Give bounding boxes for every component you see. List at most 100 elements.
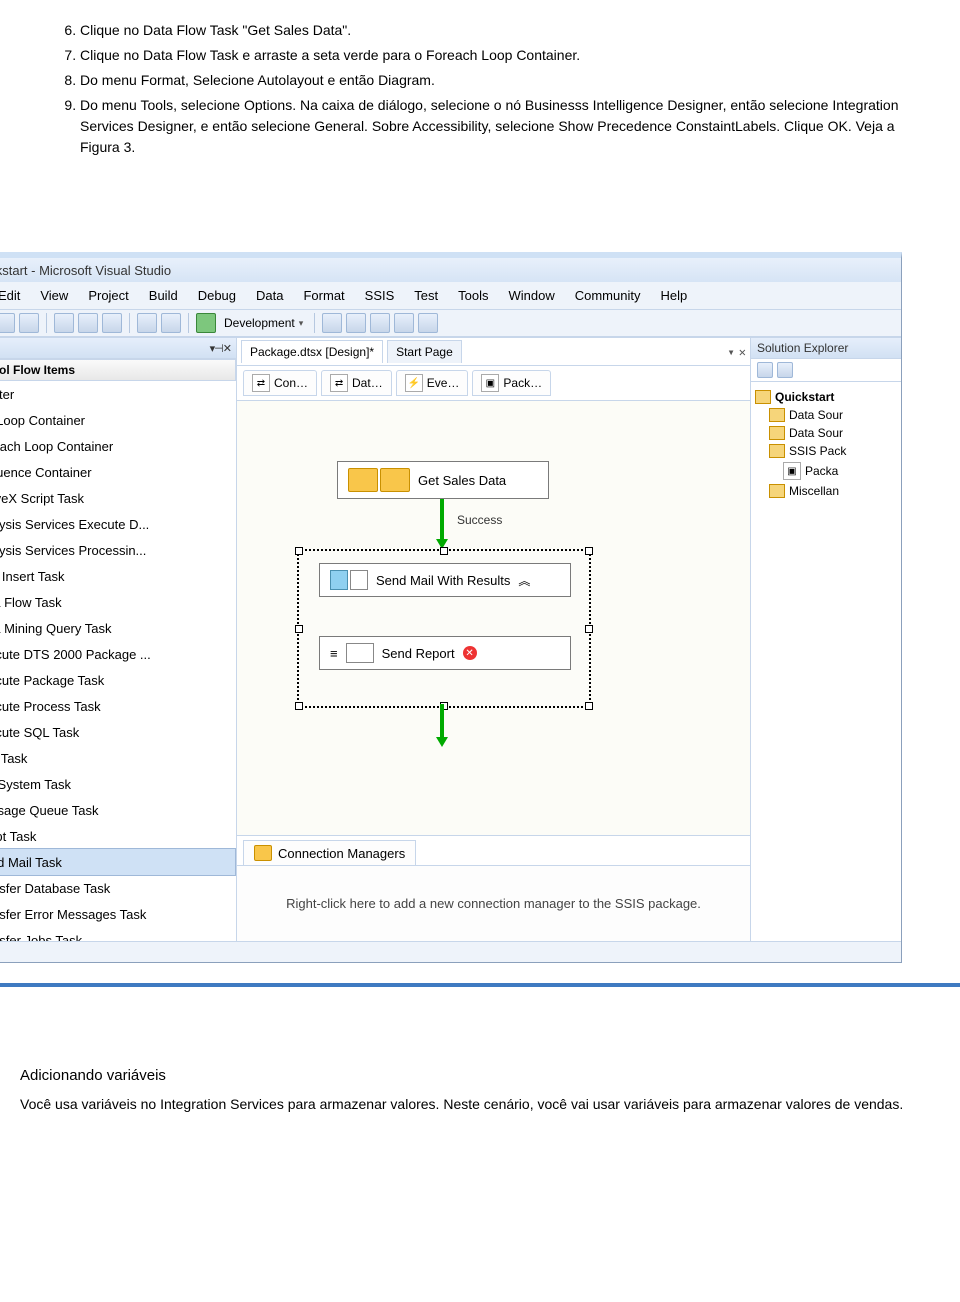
- task-send-mail[interactable]: Send Mail With Results ︽: [319, 563, 571, 597]
- tab-package[interactable]: Package.dtsx [Design]*: [241, 340, 383, 363]
- save-icon[interactable]: [19, 313, 39, 333]
- toolbox-title[interactable]: Toolbox ▾ ⊣ ✕: [0, 338, 236, 359]
- toolbox-item[interactable]: ✦Data Mining Query Task: [0, 615, 236, 641]
- pin-close-icons[interactable]: ▾ ⊣ ✕: [210, 342, 230, 355]
- toolbox-item[interactable]: ⇄Transfer Jobs Task: [0, 927, 236, 941]
- toolbox-item[interactable]: ✉Send Mail Task: [0, 848, 236, 876]
- config-dropdown[interactable]: Development: [220, 315, 307, 331]
- paste-icon[interactable]: [102, 313, 122, 333]
- menu-debug[interactable]: Debug: [190, 286, 244, 305]
- subtab-controlflow[interactable]: ⇄Con…: [243, 370, 317, 396]
- menu-data[interactable]: Data: [248, 286, 291, 305]
- toolbox-item-label: Analysis Services Processin...: [0, 543, 146, 558]
- toolbox-item-label: Foreach Loop Container: [0, 439, 113, 454]
- task-send-report[interactable]: ≡ Send Report ✕: [319, 636, 571, 670]
- tab-dropdown-icon[interactable]: ▾: [728, 345, 735, 359]
- step: Do menu Tools, selecione Options. Na cai…: [80, 95, 920, 158]
- tab-icon: ⚡: [405, 374, 423, 392]
- toolbox-item-label: Transfer Error Messages Task: [0, 907, 146, 922]
- design-canvas[interactable]: Get Sales Data Success S: [237, 401, 750, 835]
- solexp-icon[interactable]: [757, 362, 773, 378]
- solution-explorer-pane: Solution Explorer Quickstart Data Sour D…: [750, 338, 901, 941]
- tab-startpage[interactable]: Start Page: [387, 340, 462, 363]
- subtab-dataflow[interactable]: ⇄Dat…: [321, 370, 392, 396]
- toolbox-item-label: Sequence Container: [0, 465, 92, 480]
- solexp-title[interactable]: Solution Explorer: [751, 338, 901, 359]
- tree-root[interactable]: Quickstart: [755, 388, 897, 406]
- tree-item[interactable]: ▣Packa: [755, 460, 897, 482]
- tree-item[interactable]: Miscellan: [755, 482, 897, 500]
- menu-tools[interactable]: Tools: [450, 286, 496, 305]
- window-titlebar[interactable]: Quickstart - Microsoft Visual Studio: [0, 258, 901, 282]
- toolbox-item[interactable]: ◻Sequence Container: [0, 459, 236, 485]
- precedence-arrow[interactable]: [440, 704, 444, 739]
- tab-close-icon[interactable]: ✕: [739, 345, 746, 359]
- tree-item[interactable]: Data Sour: [755, 424, 897, 442]
- folder-icon: [769, 444, 785, 458]
- toolbox-item[interactable]: ◻For Loop Container: [0, 407, 236, 433]
- toolbox-item-label: Execute Process Task: [0, 699, 101, 714]
- toolbox-item-label: Bulk Insert Task: [0, 569, 65, 584]
- tool-icon[interactable]: [394, 313, 414, 333]
- menu-view[interactable]: View: [32, 286, 76, 305]
- menu-help[interactable]: Help: [652, 286, 695, 305]
- toolbox-item[interactable]: ▶Execute Process Task: [0, 693, 236, 719]
- toolbox-item[interactable]: 🗎File System Task: [0, 771, 236, 797]
- toolbox-item-label: Data Mining Query Task: [0, 621, 112, 636]
- foreach-container-selected[interactable]: Send Mail With Results ︽ ≡ Send Report ✕: [297, 549, 591, 708]
- menu-test[interactable]: Test: [406, 286, 446, 305]
- visual-studio-window: Quickstart - Microsoft Visual Studio Fil…: [0, 252, 902, 963]
- copy-icon[interactable]: [78, 313, 98, 333]
- toolbox-item[interactable]: ◆Analysis Services Execute D...: [0, 511, 236, 537]
- solexp-icon[interactable]: [777, 362, 793, 378]
- cm-hint[interactable]: Right-click here to add a new connection…: [237, 865, 750, 941]
- menu-format[interactable]: Format: [295, 286, 352, 305]
- precedence-arrow[interactable]: [440, 499, 444, 541]
- subtab-package[interactable]: ▣Pack…: [472, 370, 551, 396]
- menu-ssis[interactable]: SSIS: [357, 286, 403, 305]
- menu-edit[interactable]: Edit: [0, 286, 28, 305]
- toolbox-item[interactable]: ▣Execute SQL Task: [0, 719, 236, 745]
- toolbox-item[interactable]: ☰Message Queue Task: [0, 797, 236, 823]
- menu-project[interactable]: Project: [80, 286, 136, 305]
- folder-icon: [769, 408, 785, 422]
- menu-community[interactable]: Community: [567, 286, 649, 305]
- toolbox-item[interactable]: ≡Bulk Insert Task: [0, 563, 236, 589]
- task-get-sales-data[interactable]: Get Sales Data: [337, 461, 549, 499]
- toolbox-item[interactable]: ◻Foreach Loop Container: [0, 433, 236, 459]
- tool-icon[interactable]: [370, 313, 390, 333]
- run-icon[interactable]: [196, 313, 216, 333]
- toolbox-category-header[interactable]: − Control Flow Items: [0, 359, 236, 381]
- post-text: Adicionando variáveis Você usa variáveis…: [0, 1067, 960, 1115]
- toolbox-item[interactable]: ⇄Transfer Database Task: [0, 875, 236, 901]
- toolbox-item[interactable]: ⇄Transfer Error Messages Task: [0, 901, 236, 927]
- toolbox-item[interactable]: ↖Pointer: [0, 381, 236, 407]
- expand-icon[interactable]: ︽: [518, 572, 530, 589]
- toolbox-item[interactable]: ◉Execute DTS 2000 Package ...: [0, 641, 236, 667]
- tree-item[interactable]: SSIS Pack: [755, 442, 897, 460]
- tool-icon[interactable]: [322, 313, 342, 333]
- toolbox-item[interactable]: ▣Execute Package Task: [0, 667, 236, 693]
- redo-icon[interactable]: [161, 313, 181, 333]
- tool-icon[interactable]: [418, 313, 438, 333]
- toolbox-item[interactable]: ◆Analysis Services Processin...: [0, 537, 236, 563]
- subtab-events[interactable]: ⚡Eve…: [396, 370, 469, 396]
- instruction-steps: Clique no Data Flow Task "Get Sales Data…: [60, 20, 920, 158]
- open-icon[interactable]: [0, 313, 15, 333]
- toolbox-item[interactable]: ✎ActiveX Script Task: [0, 485, 236, 511]
- toolbox-item[interactable]: ✎Script Task: [0, 823, 236, 849]
- package-icon: ▣: [783, 462, 801, 480]
- tree-item[interactable]: Data Sour: [755, 406, 897, 424]
- step: Clique no Data Flow Task e arraste a set…: [80, 45, 920, 66]
- menu-window[interactable]: Window: [500, 286, 562, 305]
- toolbox-item[interactable]: ⇄Data Flow Task: [0, 589, 236, 615]
- folder-icon: [769, 484, 785, 498]
- toolbox-item[interactable]: ⇅FTP Task: [0, 745, 236, 771]
- tool-icon[interactable]: [346, 313, 366, 333]
- toolbox-list: ↖Pointer◻For Loop Container◻Foreach Loop…: [0, 381, 236, 941]
- menu-build[interactable]: Build: [141, 286, 186, 305]
- cut-icon[interactable]: [54, 313, 74, 333]
- cm-tab[interactable]: Connection Managers: [243, 840, 416, 865]
- undo-icon[interactable]: [137, 313, 157, 333]
- solution-tree[interactable]: Quickstart Data Sour Data Sour SSIS Pack…: [751, 382, 901, 506]
